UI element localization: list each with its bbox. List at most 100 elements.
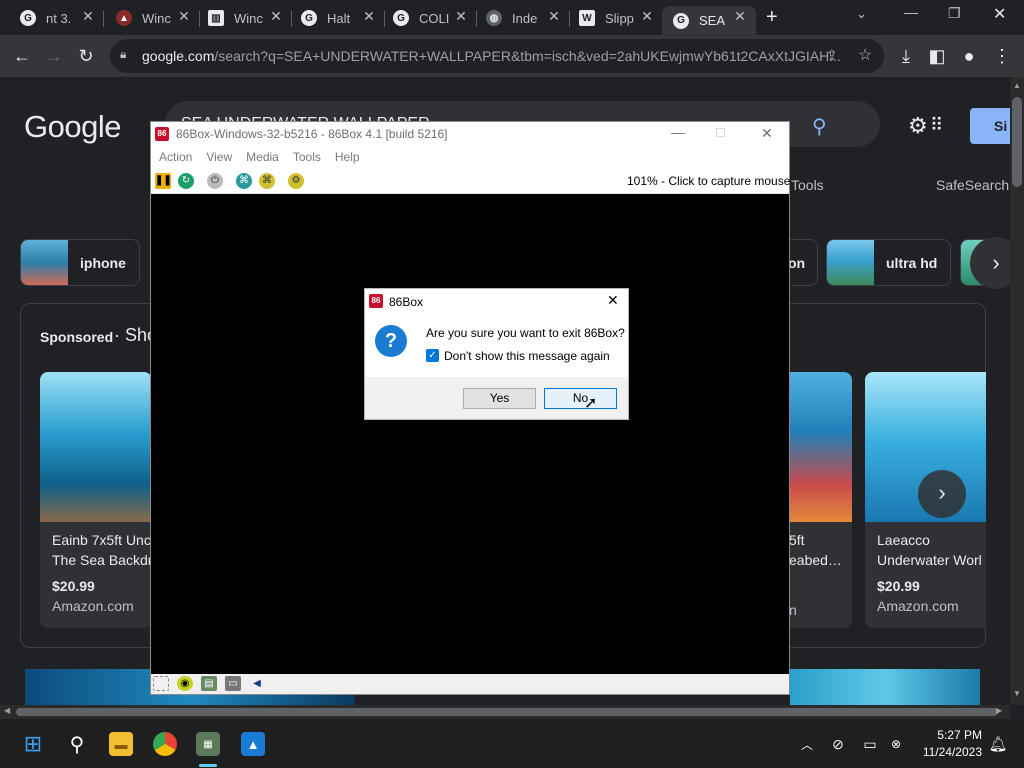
profile-icon[interactable]: ● xyxy=(957,44,981,68)
close-tab-icon[interactable]: ✕ xyxy=(361,8,377,25)
network-icon[interactable]: ⊘ xyxy=(826,732,850,756)
browser-tab-active[interactable]: G SEA ✕ xyxy=(662,6,756,35)
forward-arrow-icon[interactable]: → xyxy=(42,44,66,68)
clock-date[interactable]: 11/24/2023 xyxy=(916,745,982,759)
86box-toolbar: ❚❚ ↻ ⏻ ⌘ ⌘ ⚙ 101% - Click to capture mou… xyxy=(151,168,791,194)
close-tab-icon[interactable]: ✕ xyxy=(732,8,748,25)
pause-icon[interactable]: ❚❚ xyxy=(155,173,172,189)
notification-bell-icon[interactable]: 🔔︎ xyxy=(986,732,1010,756)
photos-icon[interactable]: ▲ xyxy=(241,732,265,756)
exit-confirmation-dialog: 86 86Box ✕ ? Are you sure you want to ex… xyxy=(364,288,629,420)
chrome-icon[interactable] xyxy=(153,732,177,756)
close-icon[interactable]: ✕ xyxy=(761,125,773,142)
browser-tab-1[interactable]: G nt 3. ✕ xyxy=(20,6,96,30)
sign-in-button[interactable]: Si xyxy=(970,108,1010,144)
more-menu-icon[interactable]: ⋮ xyxy=(990,44,1014,68)
google-icon: G xyxy=(301,10,317,26)
settings-icon[interactable]: ⚙ xyxy=(288,173,304,189)
power-icon[interactable]: ⏻ xyxy=(207,173,223,189)
browser-tab-3[interactable]: ▥ Winc ✕ xyxy=(208,6,284,30)
browser-tab-5[interactable]: G COLI ✕ xyxy=(393,6,469,30)
cdrom-icon[interactable]: ◉ xyxy=(177,676,193,691)
product-card-1[interactable]: Eainb 7x5ft Unc The Sea Backdr $20.99 Am… xyxy=(40,372,152,628)
search-icon[interactable]: ⚲ xyxy=(65,732,89,756)
browser-tab-2[interactable]: ▲ Winc ✕ xyxy=(116,6,192,30)
tools-link[interactable]: Tools xyxy=(791,177,824,193)
address-bar[interactable]: 🔒︎ google.com/search?q=SEA+UNDERWATER+WA… xyxy=(110,39,884,73)
settings-gear-icon[interactable]: ⚙ xyxy=(908,113,928,139)
bookmark-star-icon[interactable]: ☆ xyxy=(858,45,872,65)
close-tab-icon[interactable]: ✕ xyxy=(453,8,469,25)
menu-action[interactable]: Action xyxy=(159,150,192,164)
dialog-close-icon[interactable]: ✕ xyxy=(607,292,619,309)
close-tab-icon[interactable]: ✕ xyxy=(546,8,562,25)
apps-grid-icon[interactable]: ⠿ xyxy=(930,115,943,136)
google-icon: G xyxy=(673,12,689,29)
google-icon: G xyxy=(20,10,36,26)
minimize-icon[interactable]: — xyxy=(904,4,918,20)
network-icon[interactable]: ▭ xyxy=(225,676,241,691)
minimize-icon[interactable]: — xyxy=(671,124,685,140)
86box-titlebar: 86 86Box-Windows-32-b5216 - 86Box 4.1 [b… xyxy=(151,122,789,146)
dont-show-checkbox[interactable]: ✓ xyxy=(426,349,439,362)
horizontal-scrollbar[interactable]: ◀ ▶ xyxy=(0,705,1010,719)
scrollbar-thumb[interactable] xyxy=(1012,97,1022,187)
sound-icon[interactable]: ◀ xyxy=(249,676,265,691)
windows-start-icon[interactable]: ⊞ xyxy=(21,731,45,756)
volume-icon[interactable]: ⊗ xyxy=(884,732,908,756)
hard-disk-icon[interactable]: ▤ xyxy=(201,676,217,691)
ctrl-alt-esc-icon[interactable]: ⌘ xyxy=(259,173,275,189)
browser-tab-strip: G nt 3. ✕ ▲ Winc ✕ ▥ Winc ✕ G Halt ✕ G C… xyxy=(0,0,1024,35)
close-tab-icon[interactable]: ✕ xyxy=(176,8,192,25)
close-tab-icon[interactable]: ✕ xyxy=(268,8,284,25)
safesearch-link[interactable]: SafeSearch xyxy=(936,177,1009,193)
browser-tab-7[interactable]: W Slipp ✕ xyxy=(579,6,655,30)
emulator-display[interactable] xyxy=(151,194,789,674)
side-panel-icon[interactable]: ◧ xyxy=(925,44,949,68)
search-icon[interactable]: ⚲ xyxy=(812,114,827,139)
vertical-scrollbar[interactable]: ▲ ▼ xyxy=(1010,77,1024,705)
chip-iphone[interactable]: iphone xyxy=(20,239,140,286)
close-tab-icon[interactable]: ✕ xyxy=(639,8,655,25)
dont-show-label[interactable]: Don't show this message again xyxy=(444,349,610,363)
chip-ultra-hd[interactable]: ultra hd xyxy=(826,239,951,286)
back-arrow-icon[interactable]: ← xyxy=(10,44,34,68)
carousel-next-icon[interactable]: › xyxy=(918,470,966,518)
google-logo[interactable]: Google xyxy=(24,109,121,145)
maximize-icon[interactable]: ☐ xyxy=(715,126,726,140)
display-icon[interactable]: ▭ xyxy=(858,732,882,756)
restore-icon[interactable]: ❐ xyxy=(948,5,961,22)
browser-tab-6[interactable]: ◍ Inde ✕ xyxy=(486,6,562,30)
product-image xyxy=(789,372,852,522)
menu-view[interactable]: View xyxy=(206,150,232,164)
browser-tab-4[interactable]: G Halt ✕ xyxy=(301,6,377,30)
reset-icon[interactable]: ↻ xyxy=(178,173,194,189)
capture-mouse-status: 101% - Click to capture mouse xyxy=(627,174,791,188)
file-explorer-icon[interactable]: ▬ xyxy=(109,732,133,756)
yes-button[interactable]: Yes xyxy=(463,388,536,409)
new-tab-button[interactable]: + xyxy=(766,6,778,29)
download-icon[interactable]: ⤓ xyxy=(894,44,918,68)
share-icon[interactable]: ⇪ xyxy=(826,47,838,64)
close-tab-icon[interactable]: ✕ xyxy=(80,8,96,25)
product-card-2[interactable]: 5ft eabed… n xyxy=(789,372,852,628)
chip-thumbnail xyxy=(21,240,68,285)
scrollbar-thumb[interactable] xyxy=(16,708,998,716)
clock-time[interactable]: 5:27 PM xyxy=(930,728,982,742)
reload-icon[interactable]: ↻ xyxy=(74,44,98,68)
menu-media[interactable]: Media xyxy=(246,150,279,164)
menu-help[interactable]: Help xyxy=(335,150,360,164)
google-icon: G xyxy=(393,10,409,26)
floppy-icon[interactable] xyxy=(153,676,169,691)
image-result-thumb[interactable] xyxy=(790,669,980,705)
chevron-up-icon[interactable]: ︿ xyxy=(795,732,819,756)
tab-search-icon[interactable]: ⌄ xyxy=(856,6,867,22)
app-icon: ▲ xyxy=(116,10,132,26)
ctrl-alt-del-icon[interactable]: ⌘ xyxy=(236,173,252,189)
86box-taskbar-icon[interactable]: ▦ xyxy=(196,732,220,756)
no-button[interactable]: No xyxy=(544,388,617,409)
menu-tools[interactable]: Tools xyxy=(293,150,321,164)
product-image xyxy=(40,372,152,522)
close-window-icon[interactable]: ✕ xyxy=(993,4,1006,24)
bank-icon: ▥ xyxy=(208,10,224,26)
